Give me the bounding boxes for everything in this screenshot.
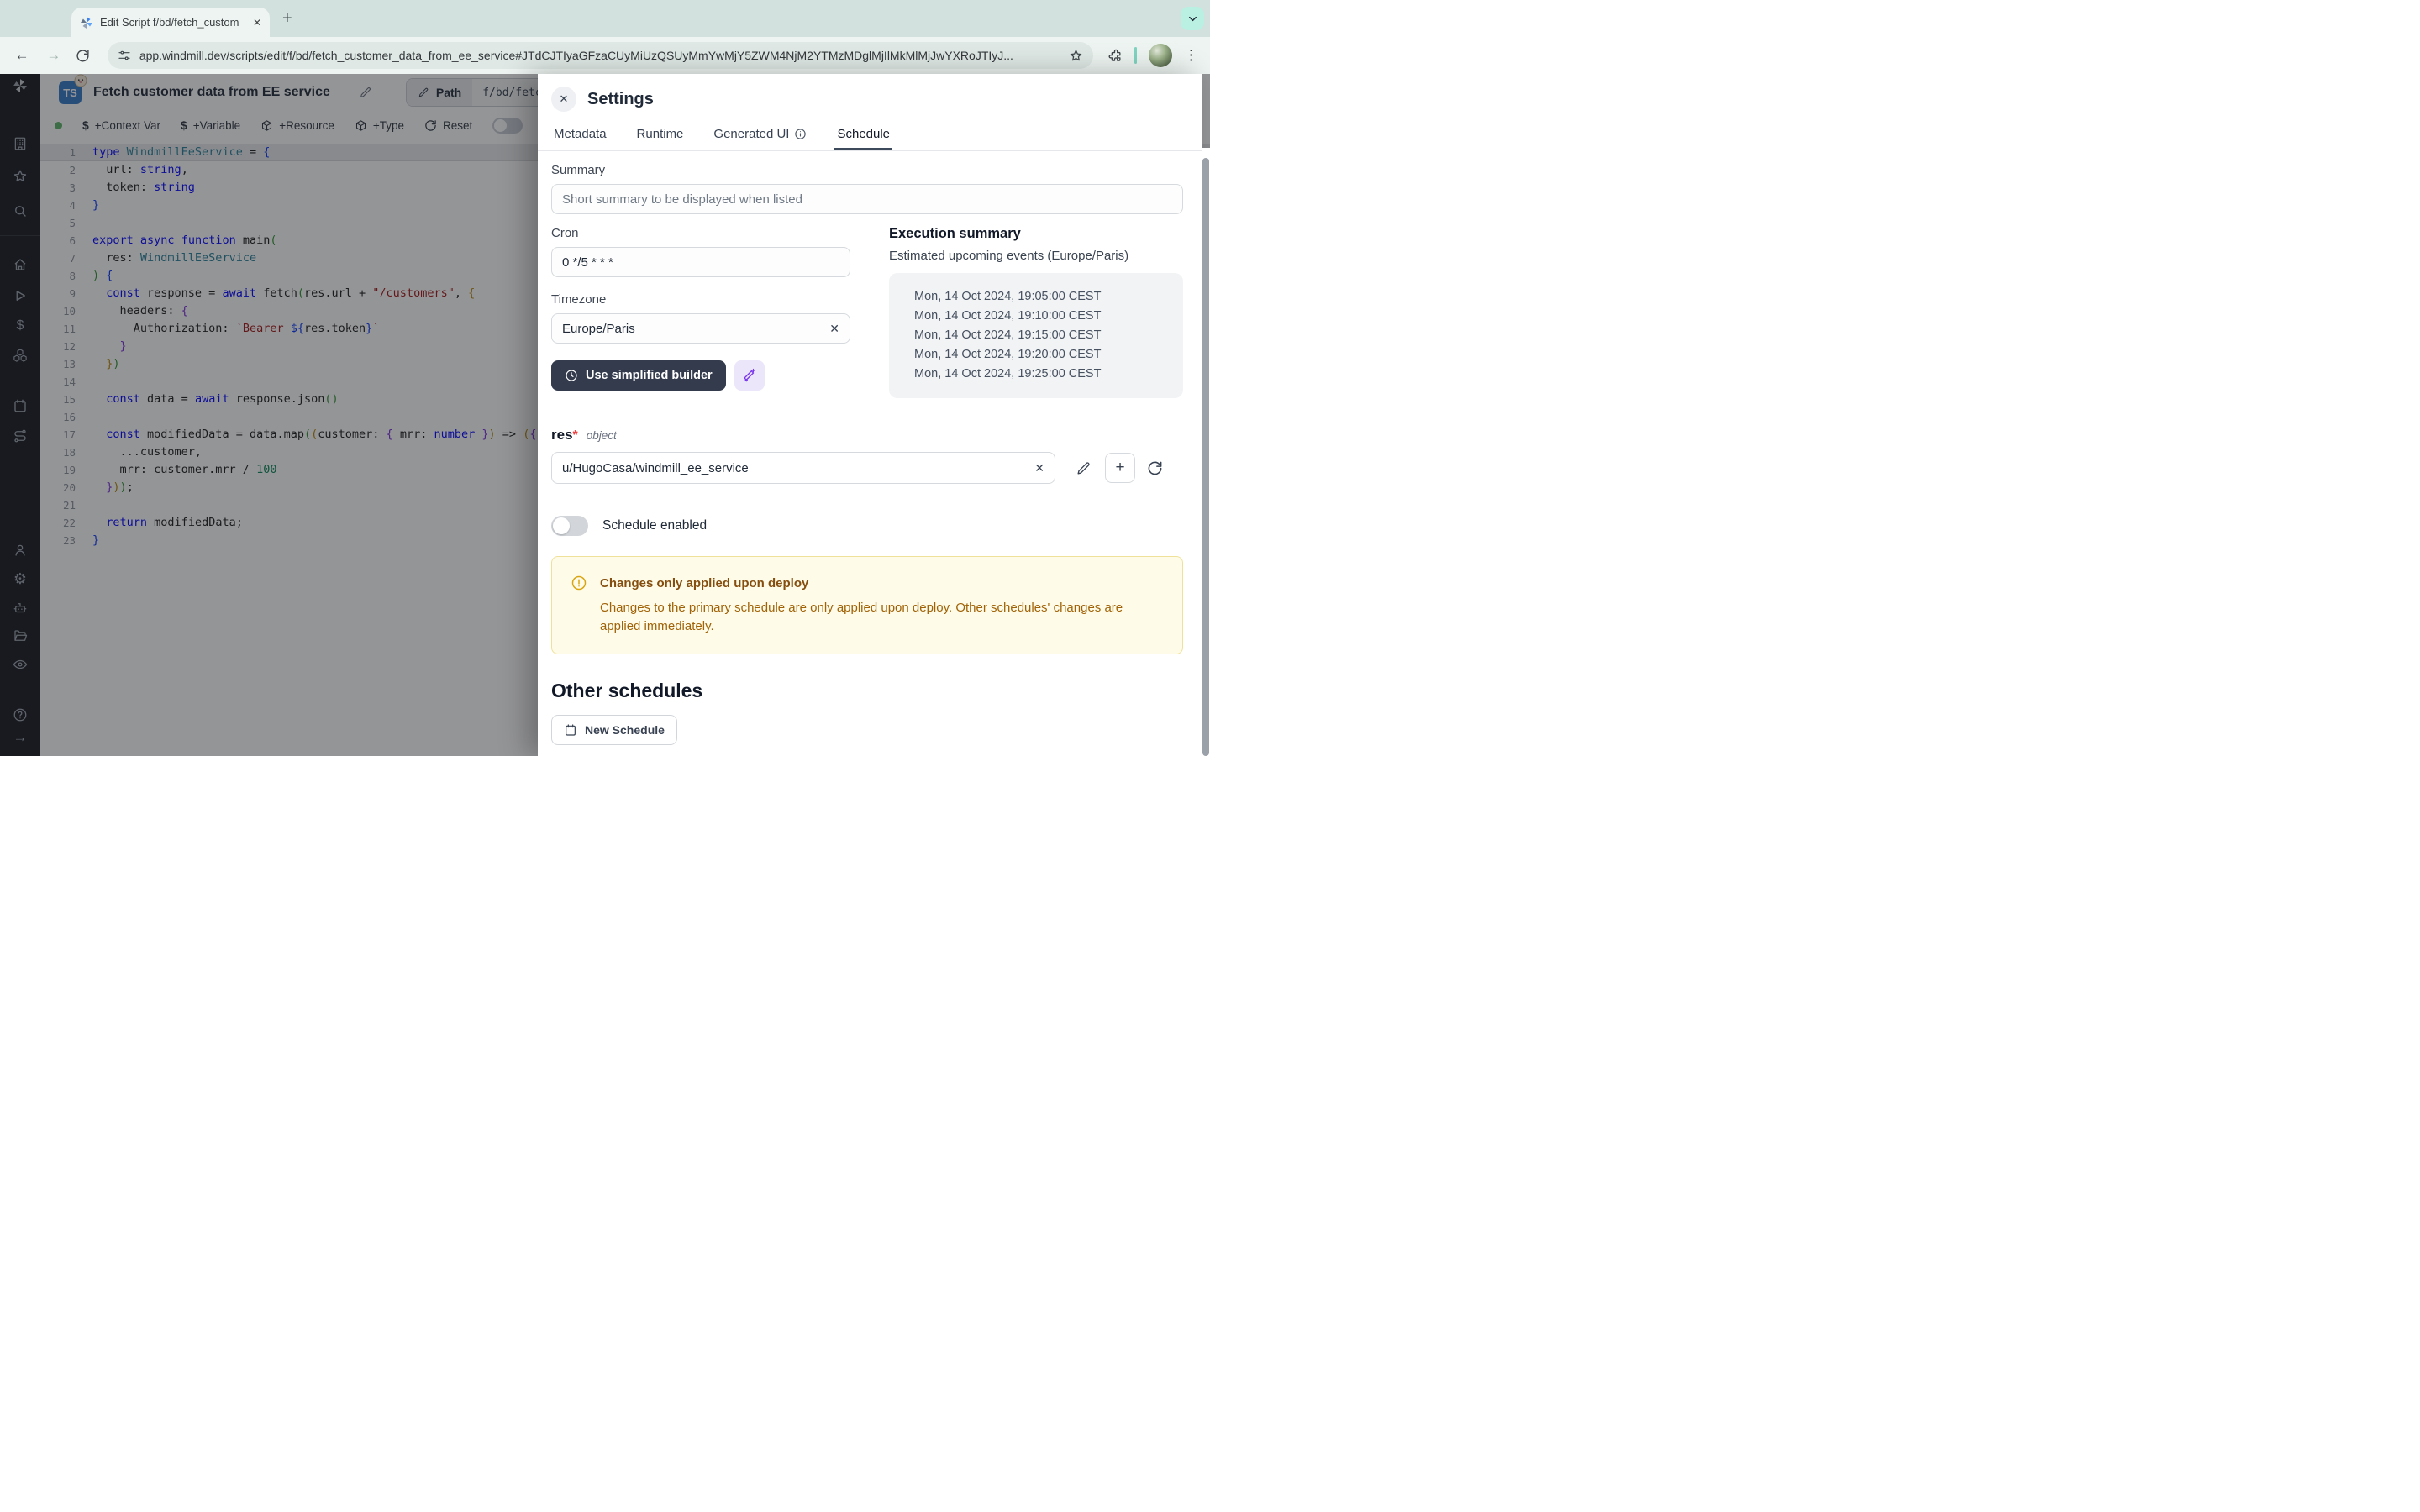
- upcoming-event: Mon, 14 Oct 2024, 19:20:00 CEST: [914, 345, 1175, 365]
- close-icon[interactable]: ✕: [551, 87, 576, 112]
- ai-cron-button[interactable]: [734, 360, 765, 391]
- settings-tabs: Metadata Runtime Generated UI Schedule: [538, 119, 1202, 151]
- execution-summary-heading: Execution summary: [889, 226, 1183, 242]
- summary-label: Summary: [551, 163, 1183, 177]
- tab-metadata[interactable]: Metadata: [551, 127, 609, 150]
- bookmark-star-icon[interactable]: [1069, 49, 1083, 63]
- schedule-enabled-toggle[interactable]: [551, 516, 588, 536]
- browser-toolbar: ← → app.windmill.dev/scripts/edit/f/bd/f…: [0, 37, 1210, 74]
- pencil-icon: [1076, 460, 1092, 476]
- app-area: $ ⚙ → TS Fetch cu: [0, 74, 1210, 756]
- edit-resource-button[interactable]: [1076, 460, 1092, 476]
- tab-generated-ui[interactable]: Generated UI: [711, 127, 809, 150]
- upcoming-event: Mon, 14 Oct 2024, 19:15:00 CEST: [914, 326, 1175, 345]
- res-arg-type: object: [587, 429, 617, 442]
- warning-body: Changes to the primary schedule are only…: [600, 599, 1164, 636]
- refresh-resource-button[interactable]: [1147, 460, 1163, 476]
- resource-input[interactable]: u/HugoCasa/windmill_ee_service ✕: [551, 452, 1055, 484]
- scrollbar-thumb[interactable]: [1202, 158, 1209, 756]
- execution-summary-subheading: Estimated upcoming events (Europe/Paris): [889, 249, 1183, 263]
- res-arg-name: res: [551, 427, 573, 444]
- refresh-icon: [1147, 460, 1163, 476]
- cron-input[interactable]: 0 */5 * * *: [551, 247, 850, 277]
- other-schedules-heading: Other schedules: [551, 680, 1183, 702]
- upcoming-event: Mon, 14 Oct 2024, 19:10:00 CEST: [914, 307, 1175, 326]
- calendar-icon: [564, 723, 577, 737]
- info-icon: [794, 128, 807, 140]
- tab-search-button[interactable]: [1181, 7, 1204, 30]
- tab-title: Edit Script f/bd/fetch_custom: [100, 16, 246, 29]
- clock-icon: [565, 369, 578, 382]
- new-tab-button[interactable]: +: [282, 9, 292, 29]
- clear-resource-icon[interactable]: ✕: [1034, 461, 1044, 475]
- tab-schedule[interactable]: Schedule: [834, 127, 892, 150]
- screen: Edit Script f/bd/fetch_custom ✕ + ← → ap…: [0, 0, 1210, 756]
- browser-tab[interactable]: Edit Script f/bd/fetch_custom ✕: [71, 8, 270, 37]
- schedule-enabled-label: Schedule enabled: [602, 518, 707, 533]
- url-text[interactable]: app.windmill.dev/scripts/edit/f/bd/fetch…: [139, 49, 1060, 62]
- tab-runtime[interactable]: Runtime: [634, 127, 687, 150]
- chrome-actions: ⋮: [1107, 44, 1210, 67]
- address-bar[interactable]: app.windmill.dev/scripts/edit/f/bd/fetch…: [108, 42, 1093, 69]
- tab-close-icon[interactable]: ✕: [253, 17, 261, 29]
- warning-title: Changes only applied upon deploy: [600, 576, 808, 591]
- profile-avatar[interactable]: [1149, 44, 1172, 67]
- upcoming-event: Mon, 14 Oct 2024, 19:05:00 CEST: [914, 287, 1175, 307]
- new-schedule-button[interactable]: New Schedule: [551, 715, 677, 745]
- clear-timezone-icon[interactable]: ✕: [829, 322, 839, 336]
- upcoming-events-box: Mon, 14 Oct 2024, 19:05:00 CESTMon, 14 O…: [889, 273, 1183, 398]
- timezone-label: Timezone: [551, 292, 850, 307]
- site-settings-icon[interactable]: [118, 49, 131, 62]
- deploy-warning-box: Changes only applied upon deploy Changes…: [551, 556, 1183, 654]
- chevron-down-icon: [1186, 13, 1199, 25]
- simplified-builder-button[interactable]: Use simplified builder: [551, 360, 726, 391]
- browser-tab-strip: Edit Script f/bd/fetch_custom ✕ +: [0, 0, 1210, 37]
- reload-button[interactable]: [76, 49, 96, 63]
- summary-input[interactable]: [551, 184, 1183, 214]
- settings-header: ✕ Settings: [538, 74, 1202, 119]
- add-resource-button[interactable]: +: [1105, 453, 1135, 483]
- browser-menu-icon[interactable]: ⋮: [1184, 47, 1198, 64]
- extensions-puzzle-icon[interactable]: [1107, 48, 1123, 64]
- required-asterisk: *: [573, 428, 578, 444]
- timezone-input[interactable]: Europe/Paris ✕: [551, 313, 850, 344]
- panel-scrollbar[interactable]: [1202, 148, 1210, 756]
- cron-label: Cron: [551, 226, 850, 240]
- settings-panel: ✕ Settings Metadata Runtime Generated UI…: [538, 74, 1202, 756]
- alert-icon: [571, 575, 587, 591]
- windmill-favicon-icon: [80, 16, 93, 29]
- back-button[interactable]: ←: [12, 47, 32, 64]
- forward-button: →: [44, 47, 64, 64]
- settings-title: Settings: [587, 90, 654, 109]
- magic-wand-icon: [742, 368, 757, 383]
- toolbar-divider: [1134, 47, 1137, 64]
- schedule-tab-content: Summary Cron 0 */5 * * * Timezone Europe…: [538, 151, 1202, 755]
- upcoming-event: Mon, 14 Oct 2024, 19:25:00 CEST: [914, 365, 1175, 384]
